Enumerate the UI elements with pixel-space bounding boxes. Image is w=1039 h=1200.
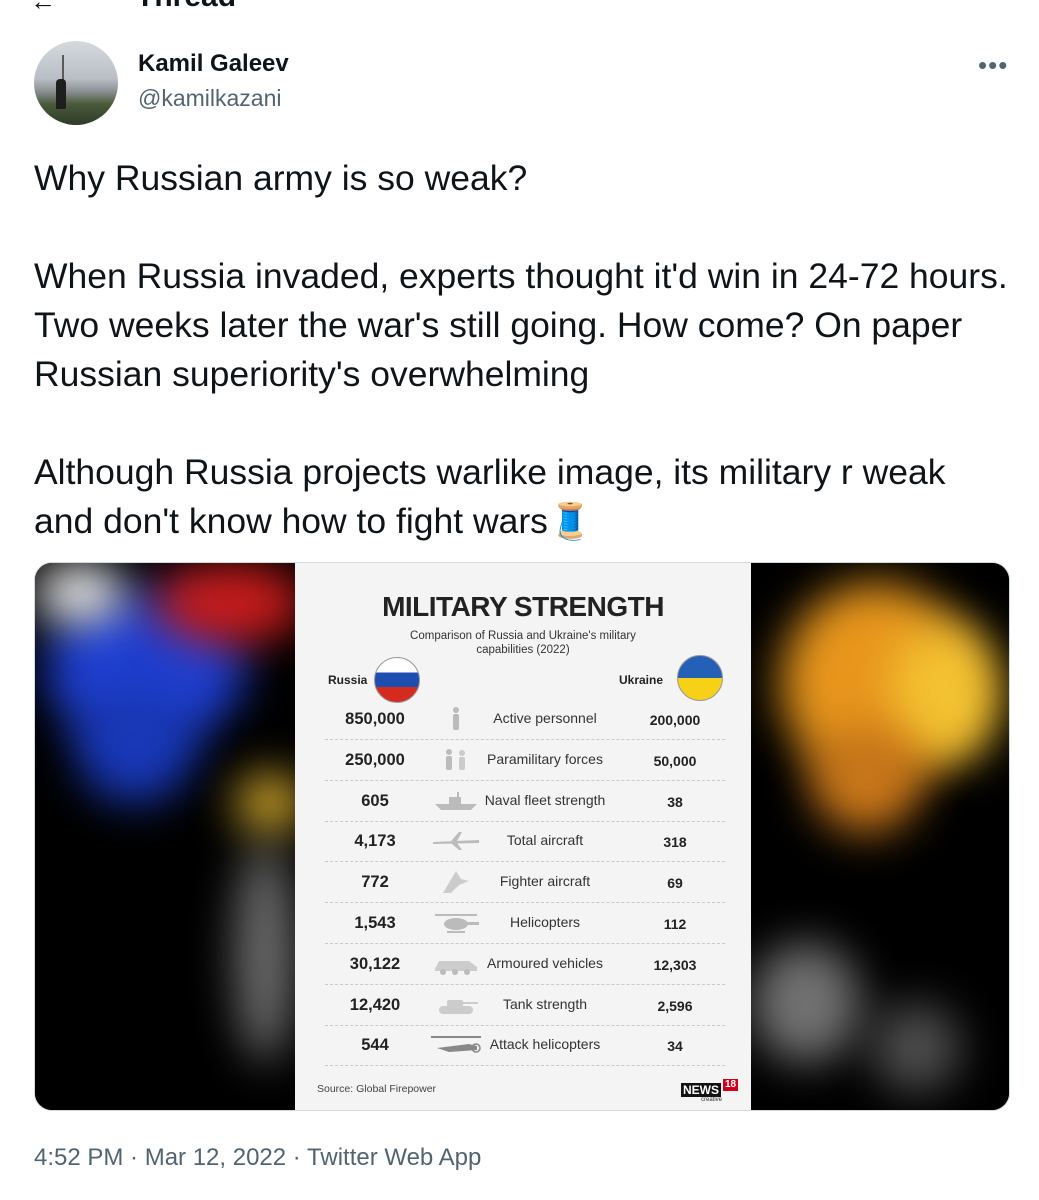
top-bar: ← Thread: [0, 0, 1039, 14]
category-label: Naval fleet strength: [484, 791, 606, 808]
news18-logo: NEWS 18 creative: [681, 1079, 741, 1103]
tweet-text: Why Russian army is so weak? When Russia…: [34, 154, 1014, 546]
author-handle[interactable]: @kamilkazani: [138, 85, 282, 112]
table-row: 4,173 Total aircraft 318: [325, 822, 725, 863]
infographic-title: MILITARY STRENGTH: [382, 591, 664, 622]
news18-logo-number: 18: [723, 1079, 739, 1091]
category-label: Paramilitary forces: [487, 750, 603, 767]
thread-emoji: 🧵: [547, 501, 593, 541]
table-row: 605 Naval fleet strength 38: [325, 782, 725, 822]
table-row: 850,000 Active personnel 200,000: [325, 700, 725, 740]
category-label: Tank strength: [502, 995, 588, 1012]
ukraine-value: 38: [667, 793, 683, 810]
russia-value: 250,000: [345, 750, 405, 769]
russia-value: 12,420: [349, 995, 401, 1014]
russia-flag-icon: [374, 657, 420, 703]
news18-logo-text: NEWS: [681, 1083, 721, 1097]
avatar-person: [56, 79, 66, 109]
russia-value: 605: [361, 791, 389, 810]
table-row: 1,543 Helicopters 112: [325, 904, 725, 944]
ukraine-value: 2,596: [657, 997, 693, 1014]
ukraine-flag-icon: [677, 655, 723, 701]
category-label: Fighter aircraft: [499, 873, 591, 890]
ukraine-value: 318: [663, 834, 687, 851]
russia-value: 1,543: [354, 914, 396, 932]
infographic-source: Source: Global Firepower: [317, 1083, 437, 1095]
category-label: Helicopters: [509, 914, 581, 930]
table-row: 544 Attack helicopters 34: [325, 1026, 725, 1067]
category-label: Active personnel: [493, 710, 597, 726]
avatar[interactable]: [34, 41, 118, 125]
infographic-subtitle: Comparison of Russia and Ukraine's milit…: [410, 630, 636, 656]
russia-value: 544: [361, 1036, 389, 1055]
table-row: 30,122 Armoured vehicles 12,303: [325, 945, 725, 985]
ukraine-value: 69: [667, 875, 683, 892]
russia-value: 4,173: [354, 832, 396, 851]
russia-label: Russia: [328, 673, 368, 687]
news18-logo-sub: creative: [701, 1097, 723, 1103]
table-row: 772 Fighter aircraft 69: [325, 863, 725, 904]
table-row: 250,000 Paramilitary forces 50,000: [325, 741, 725, 781]
blurred-image-left: [35, 563, 295, 1110]
category-label: Attack helicopters: [489, 1036, 601, 1053]
table-row: 12,420 Tank strength 2,596: [325, 986, 725, 1026]
page-title: Thread: [136, 0, 236, 14]
tweet-timestamp[interactable]: 4:52 PM · Mar 12, 2022 · Twitter Web App: [34, 1144, 481, 1172]
arrow-left-icon[interactable]: ←: [30, 0, 56, 14]
author-name[interactable]: Kamil Galeev: [138, 50, 289, 78]
ukraine-value: 200,000: [649, 712, 701, 728]
russia-value: 772: [361, 873, 389, 892]
ukraine-label: Ukraine: [619, 673, 664, 687]
tweet-media[interactable]: MILITARY STRENGTH Comparison of Russia a…: [34, 562, 1010, 1111]
category-label: Total aircraft: [506, 832, 584, 849]
ukraine-value: 12,303: [653, 956, 697, 973]
category-label: Armoured vehicles: [487, 954, 603, 971]
ukraine-value: 112: [663, 916, 687, 932]
ukraine-value: 50,000: [653, 752, 697, 769]
more-options-icon[interactable]: •••: [978, 50, 1008, 81]
ukraine-value: 34: [667, 1038, 683, 1055]
blurred-image-right: [751, 563, 1009, 1110]
russia-value: 850,000: [345, 710, 405, 728]
russia-value: 30,122: [349, 954, 401, 973]
military-strength-infographic: MILITARY STRENGTH Comparison of Russia a…: [295, 563, 751, 1110]
tweet-body: Why Russian army is so weak? When Russia…: [34, 158, 1008, 541]
